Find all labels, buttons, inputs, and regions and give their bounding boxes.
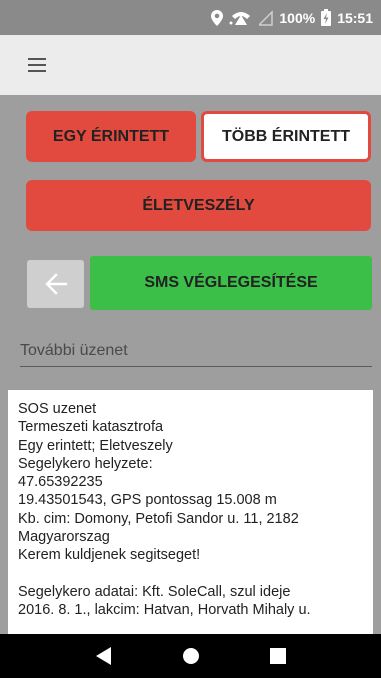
sms-message-preview[interactable]: SOS uzenet Termeszeti katasztrofa Egy er… (8, 390, 373, 634)
finalize-sms-button[interactable]: SMS VÉGLEGESÍTÉSE (90, 256, 372, 310)
message-line: Magyarorszag (18, 529, 110, 546)
message-line: Segelykero adatai: Kft. SoleCall, szul i… (18, 583, 291, 600)
message-line: 47.65392235 (18, 474, 103, 491)
main-content: EGY ÉRINTETT TÖBB ÉRINTETT ÉLETVESZÉLY S… (0, 95, 381, 634)
battery-charging-icon (321, 9, 332, 26)
battery-percent: 100% (279, 9, 316, 26)
arrow-left-icon (44, 273, 67, 295)
message-line: Kb. cim: Domony, Petofi Sandor u. 11, 21… (18, 510, 299, 527)
back-button[interactable] (27, 260, 84, 308)
message-line: Segelykero helyzete: (18, 455, 153, 472)
additional-message-field[interactable]: További üzenet (20, 335, 372, 367)
multiple-affected-button[interactable]: TÖBB ÉRINTETT (201, 111, 371, 162)
message-line: Termeszeti katasztrofa (18, 419, 164, 436)
status-icons: 100% 15:51 (211, 0, 373, 35)
signal-icon (259, 9, 274, 26)
message-line: Egy erintett; Eletveszely (18, 437, 173, 454)
message-line: 19.43501543, GPS pontossag 15.008 m (18, 492, 277, 509)
single-affected-button[interactable]: EGY ÉRINTETT (26, 111, 196, 162)
wifi-icon (229, 11, 251, 25)
navigation-bar (0, 634, 381, 678)
nav-back-icon[interactable] (89, 641, 119, 671)
location-icon (211, 9, 224, 26)
nav-recents-icon[interactable] (263, 641, 293, 671)
message-line: Kerem kuldjenek segitseget! (18, 547, 201, 564)
message-line: SOS uzenet (18, 401, 97, 417)
app-bar (0, 35, 381, 95)
nav-home-icon[interactable] (176, 641, 206, 671)
message-line: 2016. 8. 1., lakcim: Hatvan, Horvath Mih… (18, 601, 311, 618)
status-time: 15:51 (337, 9, 373, 26)
additional-message-placeholder: További üzenet (20, 342, 128, 359)
status-bar: 100% 15:51 (0, 0, 381, 35)
message-line (18, 565, 363, 583)
hamburger-menu-icon[interactable] (18, 52, 54, 78)
life-threat-button[interactable]: ÉLETVESZÉLY (26, 180, 371, 231)
